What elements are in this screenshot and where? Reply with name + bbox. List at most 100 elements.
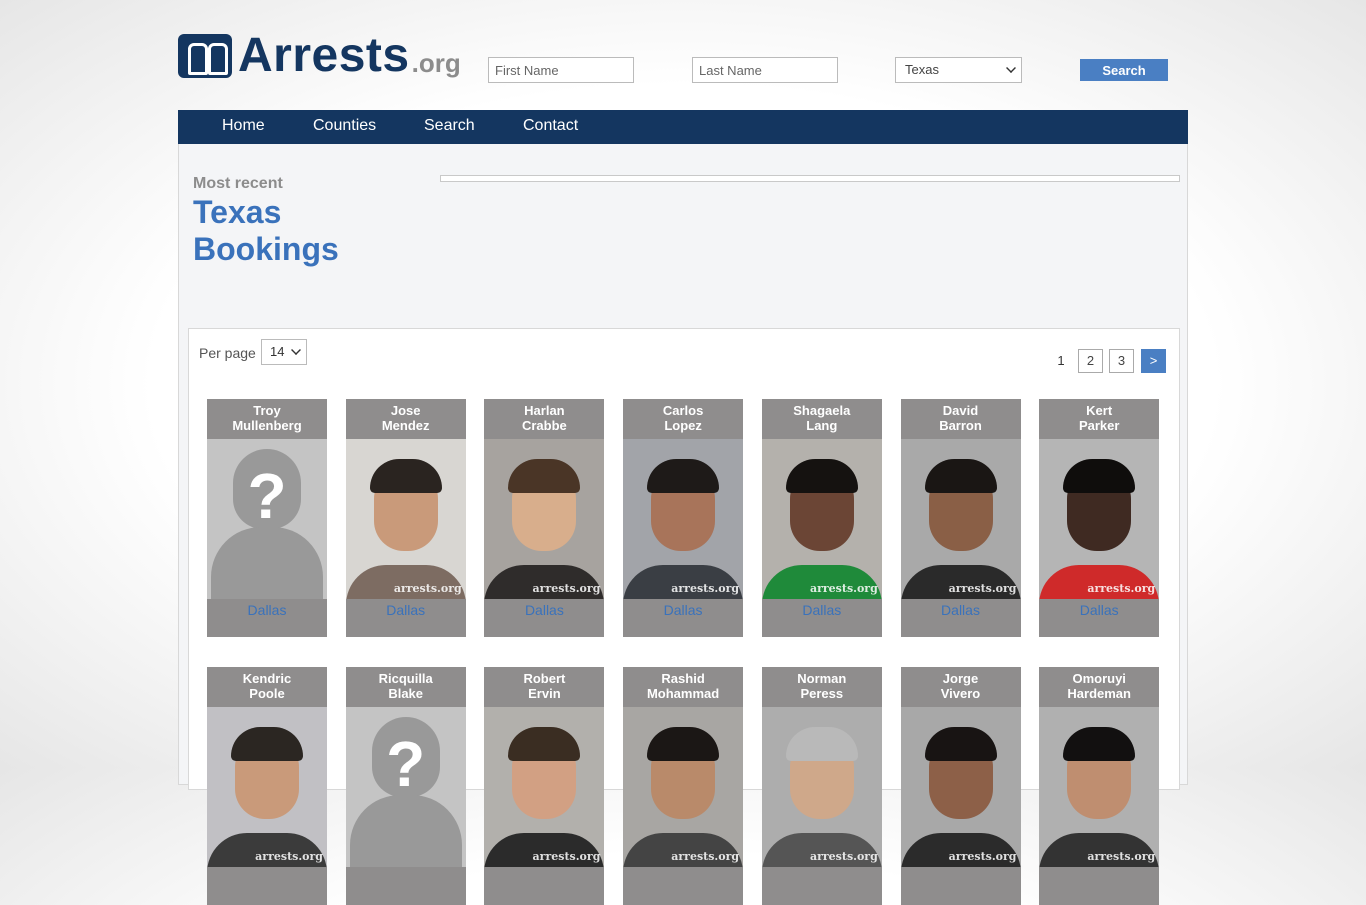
booking-name[interactable]: Shagaela Lang	[762, 403, 882, 433]
mugshot-photo[interactable]: arrests.org	[761, 707, 882, 867]
booking-name[interactable]: Kendric Poole	[207, 671, 327, 701]
booking-card[interactable]: David Barron arrests.org Dallas	[900, 399, 1021, 637]
page-current: 1	[1057, 353, 1065, 368]
nav-home[interactable]: Home	[222, 110, 265, 142]
booking-card[interactable]: Ricquilla Blake?	[345, 667, 466, 905]
chevron-down-icon	[291, 345, 301, 355]
booking-last-name: Peress	[800, 686, 844, 701]
hair	[508, 459, 581, 493]
first-name-input[interactable]	[488, 57, 634, 83]
watermark: arrests.org	[809, 850, 878, 863]
booking-last-name: Hardeman	[1067, 686, 1131, 701]
hair	[1063, 459, 1136, 493]
per-page-select[interactable]: 14	[261, 339, 307, 365]
booking-card[interactable]: Carlos Lopez arrests.org Dallas	[623, 399, 744, 637]
booking-name[interactable]: Carlos Lopez	[623, 403, 743, 433]
watermark: arrests.org	[671, 850, 740, 863]
mugshot-photo[interactable]: arrests.org	[761, 439, 882, 599]
mugshot-photo[interactable]: arrests.org	[1039, 439, 1160, 599]
nav-counties[interactable]: Counties	[313, 110, 376, 142]
site-logo[interactable]: Arrests .org	[178, 29, 461, 82]
booking-name[interactable]: David Barron	[901, 403, 1021, 433]
page-link-3[interactable]: 3	[1109, 349, 1134, 373]
watermark: arrests.org	[948, 850, 1017, 863]
booking-first-name: Rashid	[661, 671, 705, 686]
page-title-line1: Texas	[193, 194, 282, 230]
hair	[924, 459, 997, 493]
search-button[interactable]: Search	[1080, 59, 1168, 81]
chevron-down-icon	[1006, 63, 1016, 73]
hair	[508, 727, 581, 761]
booking-card[interactable]: Norman Peress arrests.org	[761, 667, 882, 905]
state-select[interactable]: Texas	[895, 57, 1022, 83]
booking-name[interactable]: Jose Mendez	[346, 403, 466, 433]
booking-county-link[interactable]: Dallas	[484, 602, 604, 618]
mugshot-photo[interactable]: arrests.org	[484, 439, 605, 599]
booking-card[interactable]: Robert Ervin arrests.org	[484, 667, 605, 905]
booking-last-name: Vivero	[940, 686, 981, 701]
booking-name[interactable]: Troy Mullenberg	[207, 403, 327, 433]
booking-card[interactable]: Omoruyi Hardeman arrests.org	[1039, 667, 1160, 905]
booking-name[interactable]: Rashid Mohammad	[623, 671, 743, 701]
mugshot-photo[interactable]: ?	[345, 707, 466, 867]
booking-last-name: Lopez	[664, 418, 702, 433]
booking-first-name: Carlos	[662, 403, 704, 418]
booking-card[interactable]: Jorge Vivero arrests.org	[900, 667, 1021, 905]
booking-first-name: Jorge	[942, 671, 979, 686]
mugshot-photo[interactable]: arrests.org	[1039, 707, 1160, 867]
page-link-2[interactable]: 2	[1078, 349, 1103, 373]
booking-first-name: Kendric	[242, 671, 292, 686]
hair	[369, 459, 442, 493]
mugshot-photo[interactable]: arrests.org	[900, 707, 1021, 867]
hair	[647, 727, 720, 761]
booking-last-name: Poole	[249, 686, 285, 701]
watermark: arrests.org	[1087, 850, 1156, 863]
booking-first-name: Omoruyi	[1072, 671, 1126, 686]
silhouette-body	[349, 795, 462, 867]
main-panel: Most recent Texas Bookings Per page 14 1…	[178, 144, 1188, 905]
booking-first-name: David	[942, 403, 979, 418]
booking-last-name: Parker	[1078, 418, 1120, 433]
booking-county-link[interactable]: Dallas	[623, 602, 743, 618]
hair	[647, 459, 720, 493]
booking-card[interactable]: Troy Mullenberg? Dallas	[207, 399, 327, 637]
booking-name[interactable]: Jorge Vivero	[901, 671, 1021, 701]
booking-county-link[interactable]: Dallas	[207, 602, 327, 618]
nav-search[interactable]: Search	[424, 110, 475, 142]
booking-county-link[interactable]: Dallas	[346, 602, 466, 618]
booking-first-name: Norman	[797, 671, 847, 686]
state-select-value: Texas	[905, 62, 939, 77]
logo-text: Arrests	[238, 29, 410, 82]
hair	[1063, 727, 1136, 761]
booking-card[interactable]: Jose Mendez arrests.org Dallas	[345, 399, 466, 637]
mugshot-photo[interactable]: ?	[207, 439, 327, 599]
booking-card[interactable]: Kendric Poole arrests.org	[207, 667, 327, 905]
booking-name[interactable]: Ricquilla Blake	[346, 671, 466, 701]
booking-card[interactable]: Shagaela Lang arrests.org Dallas	[761, 399, 882, 637]
mugshot-photo[interactable]: arrests.org	[207, 707, 327, 867]
watermark: arrests.org	[255, 850, 323, 863]
booking-county-link[interactable]: Dallas	[901, 602, 1021, 618]
booking-county-link[interactable]: Dallas	[762, 602, 882, 618]
booking-card[interactable]: Kert Parker arrests.org Dallas	[1039, 399, 1160, 637]
booking-card[interactable]: Harlan Crabbe arrests.org Dallas	[484, 399, 605, 637]
booking-name[interactable]: Kert Parker	[1039, 403, 1159, 433]
page-next-button[interactable]: >	[1141, 349, 1166, 373]
booking-card[interactable]: Rashid Mohammad arrests.org	[623, 667, 744, 905]
booking-name[interactable]: Omoruyi Hardeman	[1039, 671, 1159, 701]
handcuffs-icon	[178, 34, 232, 78]
last-name-input[interactable]	[692, 57, 838, 83]
booking-last-name: Ervin	[528, 686, 561, 701]
booking-county-link[interactable]: Dallas	[1039, 602, 1159, 618]
mugshot-photo[interactable]: arrests.org	[345, 439, 466, 599]
booking-name[interactable]: Norman Peress	[762, 671, 882, 701]
mugshot-photo[interactable]: arrests.org	[484, 707, 605, 867]
mugshot-photo[interactable]: arrests.org	[623, 707, 744, 867]
booking-first-name: Robert	[523, 671, 566, 686]
booking-last-name: Mullenberg	[232, 418, 302, 433]
booking-name[interactable]: Harlan Crabbe	[484, 403, 604, 433]
booking-name[interactable]: Robert Ervin	[484, 671, 604, 701]
mugshot-photo[interactable]: arrests.org	[623, 439, 744, 599]
mugshot-photo[interactable]: arrests.org	[900, 439, 1021, 599]
nav-contact[interactable]: Contact	[523, 110, 578, 142]
